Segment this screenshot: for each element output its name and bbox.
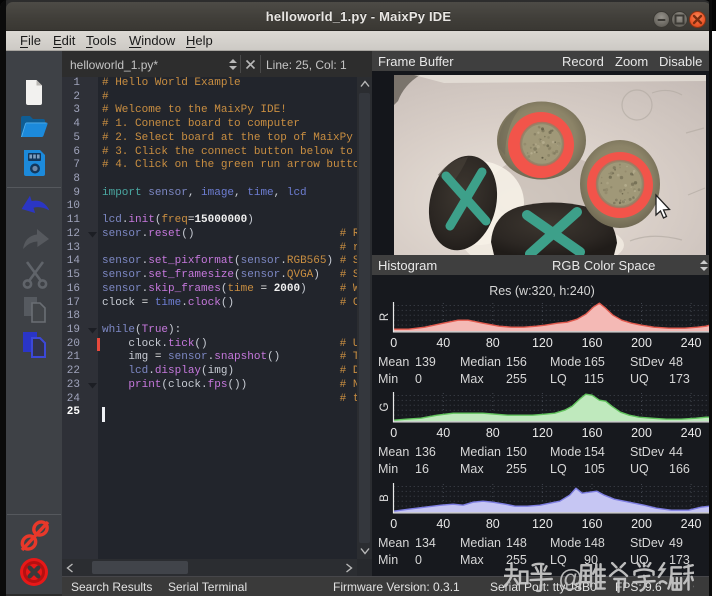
svg-text:80: 80 (486, 517, 500, 531)
svg-text:0: 0 (390, 426, 397, 440)
svg-text:0: 0 (390, 336, 397, 350)
svg-text:240: 240 (681, 426, 702, 440)
svg-text:B: B (379, 494, 391, 502)
svg-text:80: 80 (486, 426, 500, 440)
svg-text:160: 160 (582, 426, 603, 440)
svg-text:40: 40 (436, 336, 450, 350)
svg-text:R: R (379, 313, 391, 321)
svg-text:120: 120 (532, 336, 553, 350)
svg-text:200: 200 (631, 426, 652, 440)
svg-text:G: G (379, 402, 391, 411)
svg-text:120: 120 (532, 517, 553, 531)
svg-text:120: 120 (532, 426, 553, 440)
svg-text:240: 240 (681, 517, 702, 531)
svg-text:80: 80 (486, 336, 500, 350)
svg-text:160: 160 (582, 517, 603, 531)
svg-text:0: 0 (390, 517, 397, 531)
svg-text:160: 160 (582, 336, 603, 350)
svg-text:200: 200 (631, 336, 652, 350)
svg-text:240: 240 (681, 336, 702, 350)
svg-text:40: 40 (436, 517, 450, 531)
svg-text:200: 200 (631, 517, 652, 531)
svg-text:40: 40 (436, 426, 450, 440)
